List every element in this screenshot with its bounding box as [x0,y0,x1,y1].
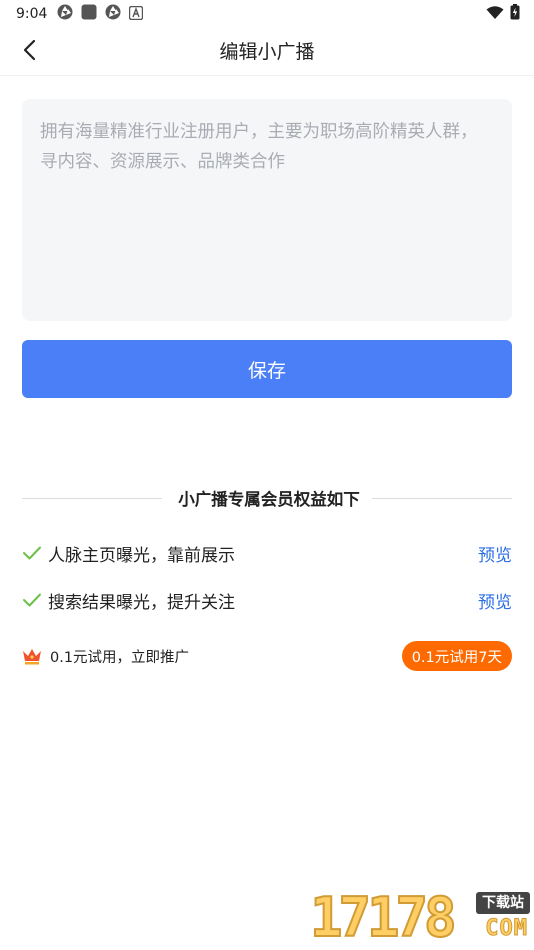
a-badge-icon [129,5,144,24]
benefit-text: 人脉主页曝光，靠前展示 [48,545,235,566]
wifi-icon [486,5,504,24]
benefits-heading: 小广播专属会员权益如下 [22,484,512,512]
battery-charging-icon [510,4,520,24]
status-time: 9:04 [16,6,48,22]
trial-text: 0.1元试用，立即推广 [50,649,190,666]
divider-left [22,497,163,499]
aperture-icon [105,4,121,24]
benefits-title: 小广播专属会员权益如下 [178,490,360,509]
watermark-suffix: COM [485,916,528,942]
chevron-left-icon [22,39,38,65]
check-icon [22,590,42,610]
site-watermark-logo: 17178 下载站 COM [309,886,532,949]
trial-button[interactable]: 0.1元试用7天 [401,641,512,671]
divider-right [371,497,512,499]
benefit-text: 搜索结果曝光，提升关注 [48,592,235,613]
broadcast-content-input[interactable] [22,99,512,321]
trial-row: 0.1元试用，立即推广 0.1元试用7天 [22,640,512,672]
preview-link-search[interactable]: 预览 [478,588,512,613]
benefit-item: 人脉主页曝光，靠前展示 预览 [22,538,512,568]
top-nav-bar: 编辑小广播 [0,28,534,76]
square-app-icon [81,4,97,24]
aperture-icon [57,4,73,24]
status-left-icons [57,4,144,24]
check-icon [22,543,42,563]
preview-link-profile[interactable]: 预览 [478,541,512,566]
page-title: 编辑小广播 [219,41,315,63]
status-bar: 9:04 [0,0,534,28]
back-button[interactable] [14,36,46,68]
save-button[interactable]: 保存 [22,340,512,398]
status-right-icons [486,4,520,24]
crown-icon [22,647,42,665]
benefit-item: 搜索结果曝光，提升关注 预览 [22,585,512,615]
watermark-digits: 17178 [309,886,458,949]
watermark-tag: 下载站 [476,892,530,914]
